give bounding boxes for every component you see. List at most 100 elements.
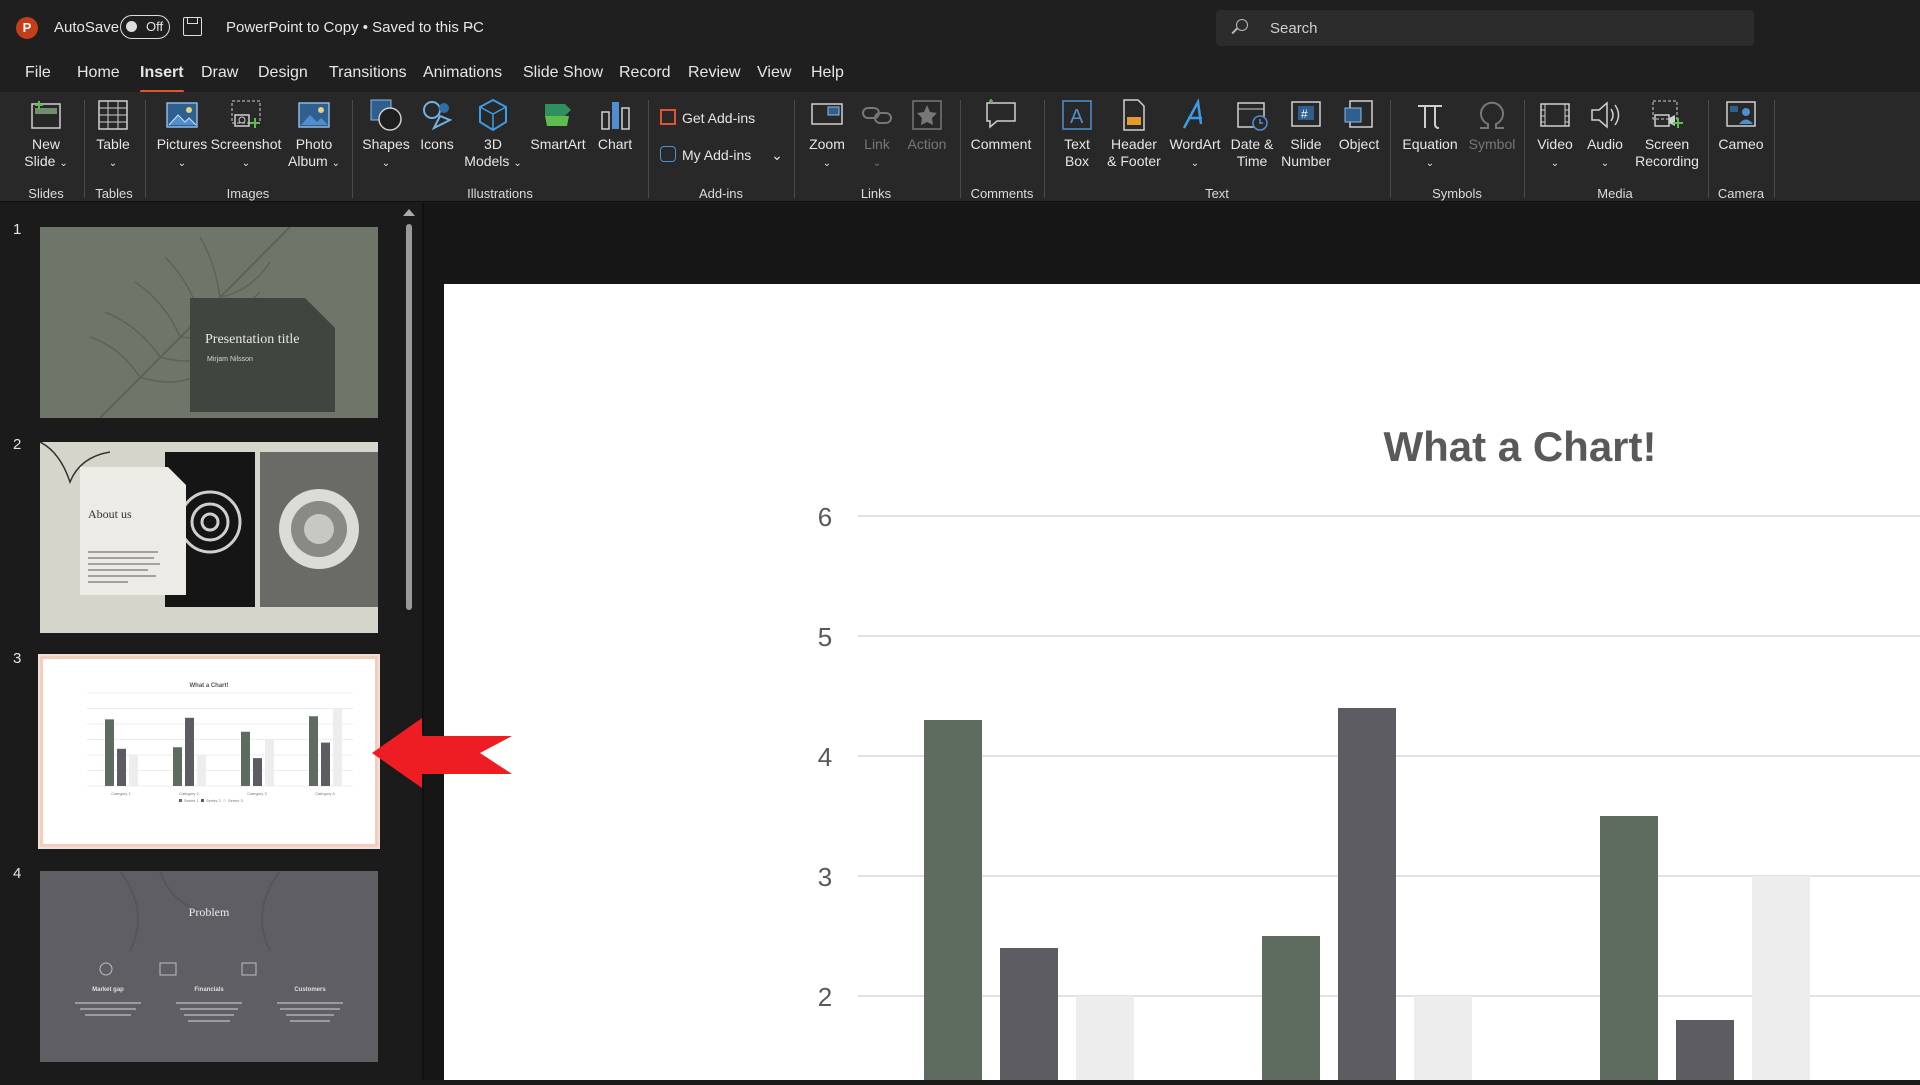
photo-album-button[interactable]: Photo Album ⌄ (284, 98, 344, 184)
y-tick-label: 4 (818, 742, 832, 772)
video-label: Video (1537, 136, 1573, 152)
table-button[interactable]: Table ⌄ (88, 98, 138, 184)
object-icon (1342, 98, 1376, 132)
video-button[interactable]: Video ⌄ (1530, 98, 1580, 184)
chevron-down-icon: ⌄ (513, 158, 522, 169)
comment-icon (984, 98, 1018, 132)
3d-models-label-2: Models (464, 153, 510, 169)
comment-button[interactable]: Comment (966, 98, 1036, 184)
chevron-down-icon[interactable]: ⌄ (466, 19, 475, 32)
tab-view[interactable]: View (757, 64, 791, 82)
cameo-button[interactable]: Cameo (1714, 98, 1768, 184)
3d-models-label: 3D (484, 136, 502, 152)
group-divider (960, 100, 961, 198)
tab-draw[interactable]: Draw (201, 64, 238, 82)
group-divider (352, 100, 353, 198)
thumb-bar (197, 755, 206, 786)
tab-review[interactable]: Review (688, 64, 740, 82)
bar-series-3 (1752, 876, 1810, 1080)
3d-models-button[interactable]: 3D Models ⌄ (462, 98, 524, 184)
thumb-bar (333, 708, 342, 786)
thumb-bar (321, 742, 330, 786)
chart-title: What a Chart! (1384, 423, 1657, 470)
chevron-down-icon: ⌄ (381, 158, 391, 169)
autosave-toggle[interactable]: Off (120, 15, 170, 39)
new-slide-button[interactable]: New Slide ⌄ (18, 98, 74, 184)
object-button[interactable]: Object (1334, 98, 1384, 184)
audio-label: Audio (1587, 136, 1623, 152)
document-title[interactable]: PowerPoint to Copy • Saved to this PC (226, 19, 484, 36)
slide-thumbnail-1[interactable]: Presentation title Mirjam Nilsson (40, 227, 378, 418)
screen-recording-label-2: Recording (1635, 153, 1699, 169)
screenshot-icon (229, 98, 263, 132)
tab-slide-show[interactable]: Slide Show (523, 64, 603, 82)
screen-recording-icon (1650, 98, 1684, 132)
slide-number-button[interactable]: # Slide Number (1278, 98, 1334, 184)
text-box-button[interactable]: A Text Box (1052, 98, 1102, 184)
smartart-button[interactable]: SmartArt (528, 98, 588, 184)
wordart-label: WordArt (1169, 136, 1221, 152)
calendar-icon (1235, 98, 1269, 132)
date-time-label-2: Time (1236, 153, 1268, 169)
slide-thumbnail-3-selected[interactable]: What a Chart! Category 1 Category 2 Catego… (38, 654, 380, 849)
slide-thumbnail-2[interactable]: About us (40, 442, 378, 633)
thumb-legend-swatch (223, 799, 226, 802)
shapes-button[interactable]: Shapes ⌄ (358, 98, 414, 184)
search-input[interactable]: Search (1216, 10, 1754, 46)
link-button[interactable]: Link ⌄ (854, 98, 900, 184)
slide-canvas[interactable]: What a Chart! 2 3 4 5 6 (444, 284, 1920, 1080)
screenshot-button[interactable]: Screenshot ⌄ (210, 98, 282, 184)
slide-number: 4 (13, 865, 22, 882)
tab-design[interactable]: Design (258, 64, 308, 82)
tab-home[interactable]: Home (77, 64, 120, 82)
panel-scrollbar-thumb[interactable] (406, 224, 412, 610)
header-footer-label-2: & Footer (1107, 153, 1161, 169)
chevron-down-icon: ⌄ (241, 158, 251, 169)
slide-thumbnail-4[interactable]: Problem Market gap Financials Customers (40, 871, 378, 1062)
scroll-up-arrow-icon[interactable] (403, 209, 415, 216)
header-footer-button[interactable]: Header & Footer (1104, 98, 1164, 184)
zoom-button[interactable]: Zoom ⌄ (800, 98, 854, 184)
thumb-legend-swatch (179, 799, 182, 802)
table-label: Table (96, 136, 130, 152)
tab-file[interactable]: File (25, 64, 51, 82)
action-button[interactable]: Action (902, 98, 952, 184)
thumb-category-label: Category 3 (247, 791, 267, 796)
link-icon (860, 98, 894, 132)
chevron-down-icon: ⌄ (771, 147, 783, 163)
chevron-down-icon: ⌄ (1425, 158, 1435, 169)
text-box-label-2: Box (1064, 153, 1090, 169)
save-icon[interactable] (183, 17, 202, 36)
equation-button[interactable]: Equation ⌄ (1398, 98, 1462, 184)
tab-insert[interactable]: Insert (140, 64, 184, 93)
y-tick-label: 3 (818, 862, 832, 892)
icons-button[interactable]: Icons (414, 98, 460, 184)
tab-animations[interactable]: Animations (423, 64, 502, 82)
thumb-bar (265, 739, 274, 786)
tab-help[interactable]: Help (811, 64, 844, 82)
audio-button[interactable]: Audio ⌄ (1580, 98, 1630, 184)
date-time-button[interactable]: Date & Time (1226, 98, 1278, 184)
my-addins-button[interactable]: My Add-ins ⌄ (660, 146, 783, 164)
group-label-text: Text (1205, 186, 1229, 201)
symbol-button[interactable]: Symbol (1464, 98, 1520, 184)
video-icon (1538, 98, 1572, 132)
chevron-down-icon: ⌄ (108, 158, 118, 169)
chevron-down-icon: ⌄ (1550, 158, 1560, 169)
tab-transitions[interactable]: Transitions (329, 64, 407, 82)
symbol-label: Symbol (1468, 136, 1516, 152)
tab-record[interactable]: Record (619, 64, 671, 82)
pictures-button[interactable]: Pictures ⌄ (152, 98, 212, 184)
chevron-down-icon: ⌄ (59, 158, 68, 169)
ribbon-insert: New Slide ⌄ Slides Table ⌄ Tables Pictur… (0, 92, 1920, 202)
get-addins-button[interactable]: Get Add-ins (660, 109, 755, 126)
group-label-media: Media (1597, 186, 1633, 201)
chart-button[interactable]: Chart (590, 98, 640, 184)
thumb-category-label: Category 1 (111, 791, 131, 796)
cube-icon (476, 98, 510, 132)
wordart-button[interactable]: WordArt ⌄ (1164, 98, 1226, 184)
bar-series-3 (1076, 996, 1134, 1080)
screen-recording-button[interactable]: Screen Recording (1632, 98, 1702, 184)
screen-recording-label: Screen (1644, 136, 1690, 152)
main-chart[interactable]: What a Chart! 2 3 4 5 6 (444, 284, 1920, 1080)
